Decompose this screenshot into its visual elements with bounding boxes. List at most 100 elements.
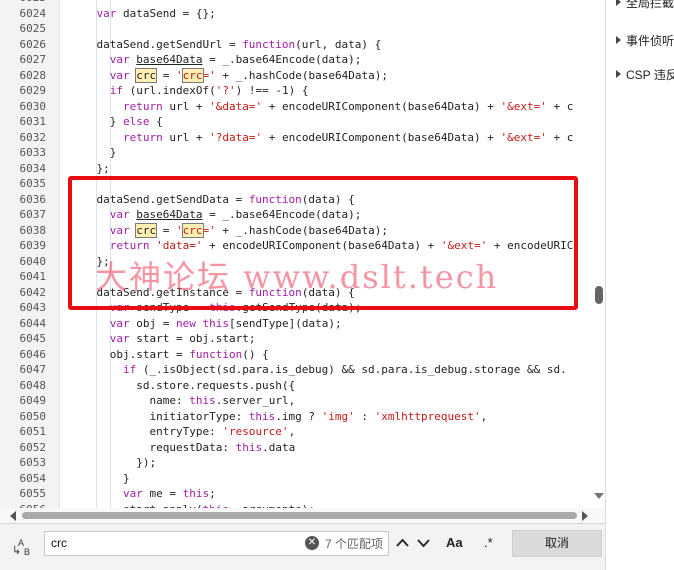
code-token: + encodeURIC <box>487 239 574 252</box>
code-token: function <box>248 192 302 206</box>
code-line: dataSend.getInstance = function(data) { <box>70 285 355 301</box>
match-case-button[interactable]: Aa <box>446 535 463 550</box>
line-number[interactable]: 6038 <box>0 223 47 239</box>
line-number-gutter: 6023602460256026602760286029603060316032… <box>0 0 60 508</box>
code-line: var obj = new this[sendType](data); <box>70 316 342 332</box>
clear-search-icon[interactable]: ✕ <box>305 536 319 550</box>
cancel-button[interactable]: 取消 <box>512 530 602 557</box>
line-number[interactable]: 6025 <box>0 21 47 37</box>
code-token: this <box>248 409 276 423</box>
horizontal-scroll-thumb[interactable] <box>22 512 577 519</box>
line-number[interactable]: 6027 <box>0 52 47 68</box>
triangle-right-icon <box>616 0 621 6</box>
code-token: = _.base64Encode(data); <box>202 53 362 66</box>
line-number[interactable]: 6054 <box>0 471 47 487</box>
line-number[interactable]: 6030 <box>0 99 47 115</box>
code-token: (data) { <box>301 285 355 299</box>
vertical-scroll-thumb[interactable] <box>595 286 603 304</box>
line-number[interactable]: 6047 <box>0 362 47 378</box>
line-number[interactable]: 6024 <box>0 6 47 22</box>
code-line: }; <box>70 161 109 177</box>
line-number[interactable]: 6055 <box>0 486 47 502</box>
code-editor[interactable]: 6023602460256026602760286029603060316032… <box>0 0 605 508</box>
line-number[interactable]: 6035 <box>0 176 47 192</box>
code-token: ; <box>209 487 216 500</box>
code-token: this <box>235 440 263 454</box>
code-token: + _.hashCode(base64Data); <box>215 223 388 237</box>
line-number[interactable]: 6040 <box>0 254 47 270</box>
code-token: return <box>109 239 150 252</box>
code-line: sd.store.requests.push({ <box>70 378 295 394</box>
line-number[interactable]: 6050 <box>0 409 47 425</box>
code-line: var dataSend = {}; <box>70 6 216 22</box>
next-match-button[interactable] <box>414 532 433 554</box>
line-number[interactable]: 6046 <box>0 347 47 363</box>
code-line: } <box>70 145 117 161</box>
line-number[interactable]: 6037 <box>0 207 47 223</box>
code-token: ) !== -1) { <box>235 84 309 97</box>
code-token: () { <box>242 347 269 361</box>
code-token: crc <box>181 222 204 238</box>
horizontal-scrollbar[interactable] <box>0 508 605 523</box>
line-number[interactable]: 6028 <box>0 68 47 84</box>
code-line: if (url.indexOf('?') !== -1) { <box>70 83 309 99</box>
code-token: crc <box>135 222 158 238</box>
line-number[interactable]: 6051 <box>0 424 47 440</box>
code-token: var <box>109 68 130 82</box>
side-item-event-listeners[interactable]: 事件侦听 <box>616 32 674 49</box>
line-number[interactable]: 6045 <box>0 331 47 347</box>
code-line: var crc = 'crc=' + _.hashCode(base64Data… <box>70 67 388 84</box>
line-number[interactable]: 6032 <box>0 130 47 146</box>
code-token: } <box>70 471 130 485</box>
code-token: url + <box>162 130 210 144</box>
code-token: function <box>248 285 302 299</box>
code-token: = <box>156 223 176 237</box>
code-token: 'xmlhttprequest' <box>374 409 481 423</box>
code-token: var <box>96 6 117 20</box>
line-number[interactable]: 6041 <box>0 269 47 285</box>
code-token: '&ext=' <box>440 239 488 252</box>
side-item-label: 事件侦听 <box>626 34 674 48</box>
code-token: var <box>109 316 130 330</box>
code-token: + encodeURIComponent(base64Data) + <box>262 99 501 113</box>
line-number[interactable]: 6029 <box>0 83 47 99</box>
line-number[interactable]: 6026 <box>0 37 47 53</box>
line-number[interactable]: 6034 <box>0 161 47 177</box>
line-number[interactable]: 6053 <box>0 455 47 471</box>
code-token: '&ext=' <box>500 130 547 144</box>
line-number[interactable]: 6042 <box>0 285 47 301</box>
line-number[interactable]: 6044 <box>0 316 47 332</box>
code-area[interactable]: var dataSend = {}; dataSend.getSendUrl =… <box>70 0 595 508</box>
line-number[interactable]: 6031 <box>0 114 47 130</box>
code-token: dataSend.getSendData = <box>70 192 249 206</box>
code-token: = <box>156 68 176 82</box>
line-number[interactable]: 6052 <box>0 440 47 456</box>
line-number[interactable]: 6048 <box>0 378 47 394</box>
side-item-label: CSP 违反 <box>626 68 674 82</box>
vertical-scrollbar[interactable] <box>592 0 605 508</box>
code-line: var base64Data = _.base64Encode(data); <box>70 207 362 223</box>
regex-button[interactable]: .* <box>484 535 493 550</box>
line-number[interactable]: 6033 <box>0 145 47 161</box>
line-number[interactable]: 6049 <box>0 393 47 409</box>
code-token: dataSend = {}; <box>116 6 216 20</box>
side-item-global-listeners[interactable]: 全局拦截 <box>616 0 674 11</box>
scroll-down-arrow-icon[interactable] <box>594 493 604 499</box>
previous-match-button[interactable] <box>393 532 412 554</box>
side-item-csp-violations[interactable]: CSP 违反 <box>616 66 674 83</box>
scroll-right-arrow-icon[interactable] <box>582 511 588 521</box>
code-token: } <box>70 115 123 128</box>
scroll-left-arrow-icon[interactable] <box>10 511 16 521</box>
line-number[interactable]: 6036 <box>0 192 47 208</box>
case-toggle-icon[interactable]: A ↳ B <box>12 538 36 558</box>
line-number[interactable]: 6043 <box>0 300 47 316</box>
line-number[interactable]: 6039 <box>0 238 47 254</box>
code-token: return <box>122 99 163 113</box>
code-token: this <box>189 394 216 407</box>
chevron-up-icon <box>396 538 409 547</box>
